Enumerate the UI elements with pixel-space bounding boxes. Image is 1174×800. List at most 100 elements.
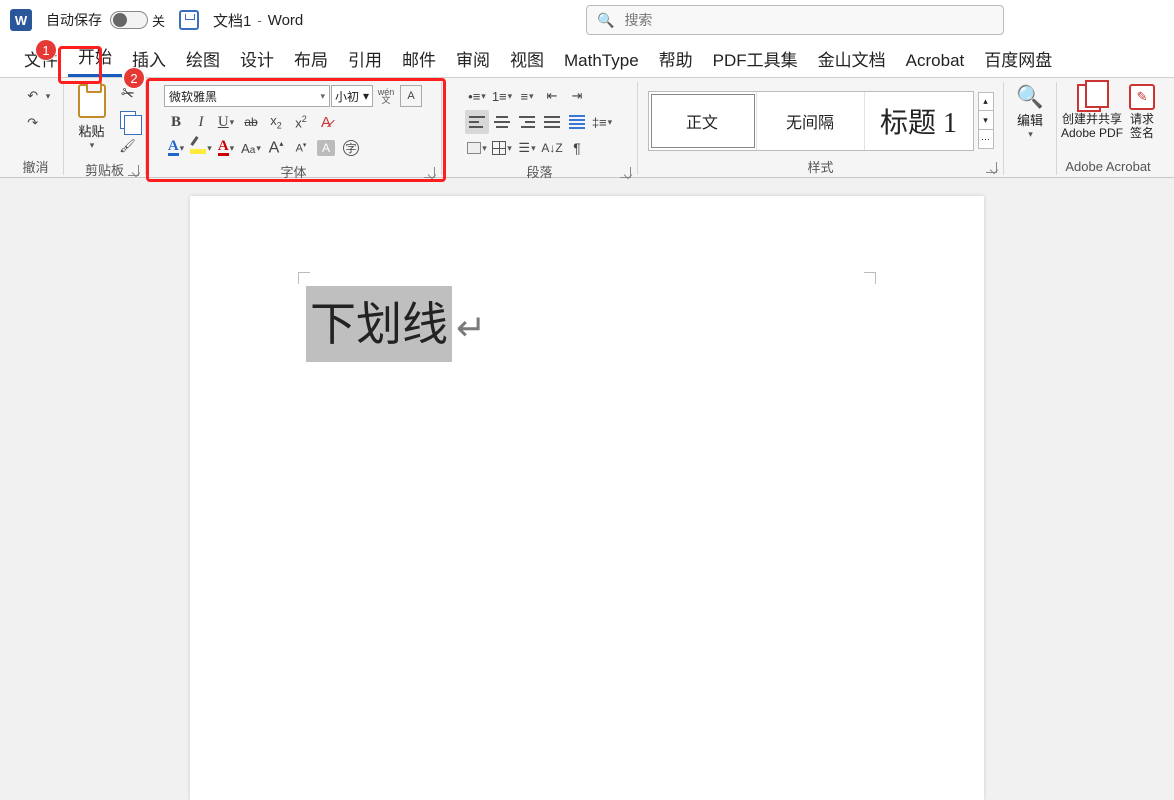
char-shading-icon: A <box>317 140 335 156</box>
align-distributed-icon <box>569 115 585 129</box>
line-spacing-button[interactable]: ‡≡▾ <box>590 110 614 134</box>
highlight-button[interactable]: ▾ <box>189 136 213 160</box>
tab-pdftools[interactable]: PDF工具集 <box>703 40 808 77</box>
gallery-up-button[interactable]: ▴ <box>978 92 994 111</box>
asian-layout-icon: ☰ <box>518 140 530 156</box>
undo-button[interactable]: ↶ <box>21 84 45 108</box>
align-left-icon <box>469 115 485 129</box>
strike-icon: ab <box>244 115 257 129</box>
tab-home[interactable]: 开始 <box>68 37 122 77</box>
shrink-font-button[interactable]: A▾ <box>289 136 313 160</box>
chevron-down-icon: ▾ <box>363 89 369 103</box>
text-effects-button[interactable]: A▾ <box>164 136 188 160</box>
tab-mailings[interactable]: 邮件 <box>392 40 446 77</box>
save-icon[interactable] <box>179 10 199 30</box>
edit-button[interactable]: 🔍 编辑 ▾ <box>1008 82 1052 140</box>
paste-dropdown-icon[interactable]: ▾ <box>90 140 95 151</box>
document-name: 文档1 <box>213 10 251 31</box>
phonetic-guide-button[interactable]: wén文 <box>374 84 398 108</box>
style-heading1[interactable]: 标题 1 <box>865 92 973 150</box>
search-icon: 🔍 <box>597 12 614 29</box>
font-size-input[interactable]: 小初▾ <box>331 85 373 107</box>
group-paragraph: •≡▾ 1≡▾ ≡▾ ⇤ ⇥ ‡≡▾ ▾ ▾ ☰▾ <box>442 82 638 175</box>
autosave-label: 自动保存 <box>46 10 102 30</box>
paragraph-launcher-icon[interactable] <box>620 167 631 178</box>
character-border-button[interactable]: A <box>399 84 423 108</box>
autosave-state: 关 <box>152 11 165 30</box>
style-normal[interactable]: 正文 <box>649 92 757 150</box>
font-name-input[interactable]: 微软雅黑▾ <box>164 85 330 107</box>
bold-button[interactable]: B <box>164 110 188 134</box>
search-input[interactable]: 🔍 搜索 <box>586 5 1004 35</box>
redo-button[interactable]: ↷ <box>21 111 45 135</box>
tab-review[interactable]: 审阅 <box>446 40 500 77</box>
asian-layout-button[interactable]: ☰▾ <box>515 136 539 160</box>
group-label-clipboard: 剪贴板 <box>68 158 141 178</box>
borders-button[interactable]: ▾ <box>490 136 514 160</box>
character-shading-button[interactable]: A <box>314 136 338 160</box>
change-case-button[interactable]: Aa▾ <box>239 136 263 160</box>
document-selected-text[interactable]: 下划线 <box>306 286 452 362</box>
tab-mathtype[interactable]: MathType <box>554 45 649 77</box>
align-center-icon <box>494 115 510 129</box>
multilevel-list-button[interactable]: ≡▾ <box>515 84 539 108</box>
bullets-button[interactable]: •≡▾ <box>465 84 489 108</box>
decrease-indent-button[interactable]: ⇤ <box>540 84 564 108</box>
grow-font-icon: A▴ <box>269 139 284 157</box>
align-distributed-button[interactable] <box>565 110 589 134</box>
tab-view[interactable]: 视图 <box>500 40 554 77</box>
underline-button[interactable]: U▾ <box>214 110 238 134</box>
paste-label: 粘贴 <box>78 121 104 140</box>
gallery-more-button[interactable]: ⋯ <box>978 130 994 149</box>
page[interactable]: 下划线↵ <box>190 196 984 800</box>
multilevel-icon: ≡ <box>520 89 528 104</box>
tab-references[interactable]: 引用 <box>338 40 392 77</box>
tab-design[interactable]: 设计 <box>230 40 284 77</box>
gallery-down-button[interactable]: ▾ <box>978 111 994 130</box>
clear-format-icon: A̷ <box>321 114 331 131</box>
group-edit: 🔍 编辑 ▾ <box>1004 82 1057 175</box>
sort-button[interactable]: A↓Z <box>540 136 564 160</box>
create-share-pdf-button[interactable]: 创建并共享Adobe PDF <box>1061 82 1123 140</box>
strikethrough-button[interactable]: ab <box>239 110 263 134</box>
styles-gallery-controls: ▴ ▾ ⋯ <box>978 92 994 149</box>
tab-acrobat[interactable]: Acrobat <box>896 45 975 77</box>
tab-help[interactable]: 帮助 <box>649 40 703 77</box>
font-color-button[interactable]: A▾ <box>214 136 238 160</box>
format-painter-button[interactable]: 🖌 <box>116 134 140 158</box>
enclose-characters-button[interactable]: 字 <box>339 136 363 160</box>
text-effects-icon: A <box>168 140 179 156</box>
show-marks-button[interactable]: ¶ <box>565 136 589 160</box>
copy-button[interactable] <box>116 108 140 132</box>
request-signature-button[interactable]: ✎ 请求签名 <box>1129 82 1155 140</box>
cut-button[interactable]: ✂ <box>116 82 140 106</box>
tab-kingsoft[interactable]: 金山文档 <box>808 40 896 77</box>
group-clipboard: 粘贴 ▾ ✂ 🖌 剪贴板 <box>64 82 146 175</box>
shading-button[interactable]: ▾ <box>465 136 489 160</box>
shrink-font-icon: A▾ <box>296 141 307 155</box>
clipboard-launcher-icon[interactable] <box>128 165 139 176</box>
tab-layout[interactable]: 布局 <box>284 40 338 77</box>
style-no-spacing[interactable]: 无间隔 <box>757 92 865 150</box>
undo-dropdown-icon[interactable]: ▾ <box>46 91 51 102</box>
autosave-toggle[interactable] <box>110 11 148 29</box>
tab-file[interactable]: 文件 <box>14 40 68 77</box>
subscript-button[interactable]: x2 <box>264 110 288 134</box>
grow-font-button[interactable]: A▴ <box>264 136 288 160</box>
superscript-button[interactable]: x2 <box>289 110 313 134</box>
clear-formatting-button[interactable]: A̷ <box>314 110 338 134</box>
align-center-button[interactable] <box>490 110 514 134</box>
font-launcher-icon[interactable] <box>424 167 435 178</box>
paste-button[interactable]: 粘贴 ▾ <box>70 82 114 151</box>
align-justify-button[interactable] <box>540 110 564 134</box>
styles-launcher-icon[interactable] <box>986 162 997 173</box>
tab-baidu[interactable]: 百度网盘 <box>974 40 1062 77</box>
align-right-button[interactable] <box>515 110 539 134</box>
align-left-button[interactable] <box>465 110 489 134</box>
sort-icon: A↓Z <box>541 141 562 155</box>
increase-indent-button[interactable]: ⇥ <box>565 84 589 108</box>
tab-draw[interactable]: 绘图 <box>176 40 230 77</box>
italic-button[interactable]: I <box>189 110 213 134</box>
tab-insert[interactable]: 插入 <box>122 40 176 77</box>
numbering-button[interactable]: 1≡▾ <box>490 84 514 108</box>
